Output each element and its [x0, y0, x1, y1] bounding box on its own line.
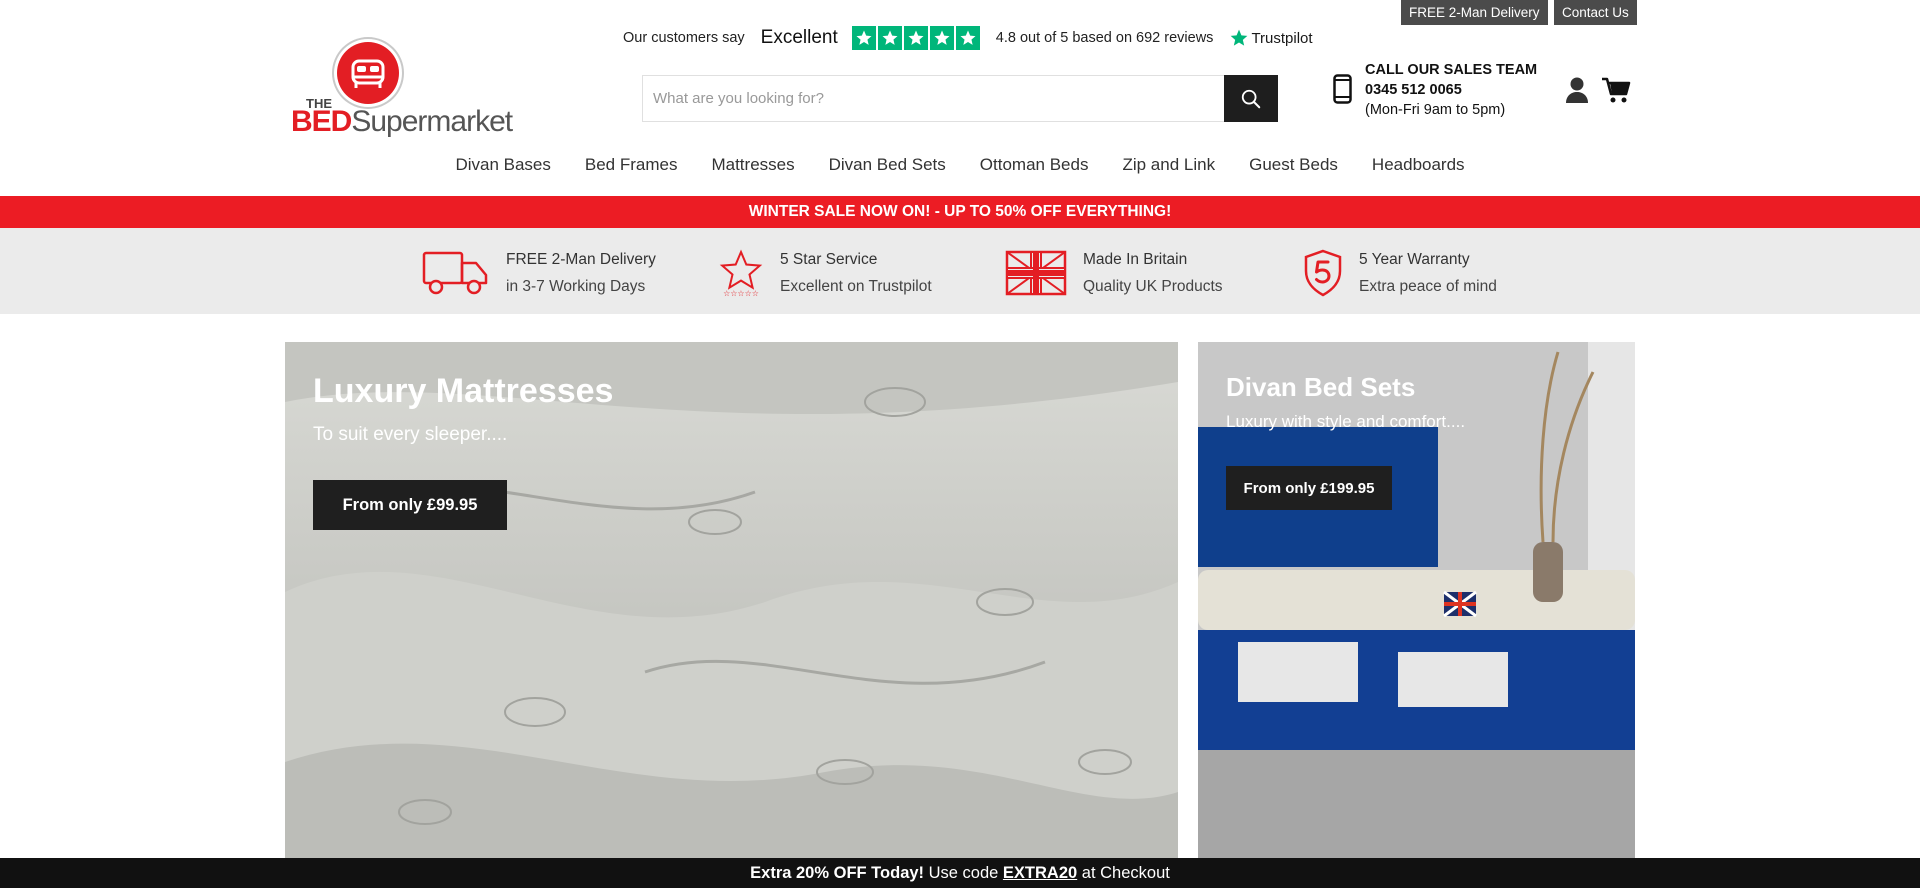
trustpilot-star-icon: [1231, 29, 1248, 46]
site-logo[interactable]: THE BEDSupermarket: [289, 40, 513, 140]
star-icon: [929, 26, 954, 50]
trustpilot-intro: Our customers say: [623, 30, 745, 46]
nav-headboards[interactable]: Headboards: [1372, 155, 1465, 175]
trustpilot-stars: [851, 26, 982, 50]
logo-bed-text: BED: [291, 105, 352, 138]
search-bar: [642, 75, 1278, 122]
usp-service-title: 5 Star Service: [780, 251, 878, 268]
cart-icon: [1602, 77, 1631, 103]
phone-icon: [1333, 74, 1352, 104]
hero-divan-cta[interactable]: From only £199.95: [1226, 466, 1392, 510]
cart-button[interactable]: [1601, 76, 1631, 109]
logo-wordmark: BEDSupermarket: [291, 105, 513, 139]
promo-code[interactable]: EXTRA20: [1003, 864, 1077, 882]
usp-warranty-title: 5 Year Warranty: [1359, 251, 1470, 268]
truck-icon: [422, 251, 488, 295]
user-icon: [1566, 77, 1588, 103]
main-nav: Divan Bases Bed Frames Mattresses Divan …: [0, 155, 1920, 175]
nav-bed-frames[interactable]: Bed Frames: [585, 155, 678, 175]
sale-banner[interactable]: WINTER SALE NOW ON! - UP TO 50% OFF EVER…: [0, 196, 1920, 228]
nav-divan-bed-sets[interactable]: Divan Bed Sets: [829, 155, 946, 175]
usp-delivery-title: FREE 2-Man Delivery: [506, 251, 656, 268]
star-icon: ☆☆☆☆☆: [719, 249, 763, 297]
usp-service: ☆☆☆☆☆ 5 Star Service Excellent on Trustp…: [718, 246, 932, 300]
trustpilot-logo: Trustpilot: [1229, 28, 1313, 48]
usp-service-subtitle: Excellent on Trustpilot: [780, 278, 932, 295]
usp-bar: FREE 2-Man Delivery in 3-7 Working Days …: [0, 228, 1920, 314]
warranty-shield-icon: [1304, 249, 1342, 297]
sales-contact[interactable]: CALL OUR SALES TEAM 0345 512 0065 (Mon-F…: [1333, 60, 1537, 120]
usp-britain: Made In Britain Quality UK Products: [1005, 246, 1223, 300]
promo-lead: Extra 20% OFF Today!: [750, 864, 925, 882]
search-input[interactable]: [642, 75, 1224, 122]
nav-ottoman-beds[interactable]: Ottoman Beds: [980, 155, 1089, 175]
trustpilot-widget[interactable]: Our customers say Excellent 4.8 out of 5…: [623, 24, 1313, 52]
search-button[interactable]: [1224, 75, 1278, 122]
trustpilot-rating: 4.8 out of 5 based on 692 reviews: [995, 30, 1214, 46]
contact-us-link[interactable]: Contact Us: [1554, 0, 1637, 25]
free-delivery-link[interactable]: FREE 2-Man Delivery: [1401, 0, 1548, 25]
usp-delivery: FREE 2-Man Delivery in 3-7 Working Days: [422, 246, 656, 300]
usp-delivery-subtitle: in 3-7 Working Days: [506, 278, 646, 295]
logo-bed-icon: [337, 42, 399, 104]
promo-bar[interactable]: Extra 20% OFF Today! Use code EXTRA20 at…: [0, 858, 1920, 888]
svg-text:☆☆☆☆☆: ☆☆☆☆☆: [723, 289, 759, 297]
sales-heading: CALL OUR SALES TEAM: [1365, 62, 1538, 78]
hero-mattresses-cta[interactable]: From only £99.95: [313, 480, 507, 530]
promo-tail: at Checkout: [1077, 864, 1170, 882]
sales-phone-number[interactable]: 0345 512 0065: [1365, 80, 1537, 100]
star-icon: [877, 26, 902, 50]
hero-mattresses[interactable]: Luxury Mattresses To suit every sleeper.…: [285, 342, 1178, 868]
usp-warranty-subtitle: Extra peace of mind: [1359, 278, 1497, 295]
usp-warranty: 5 Year Warranty Extra peace of mind: [1303, 246, 1497, 300]
nav-divan-bases[interactable]: Divan Bases: [455, 155, 550, 175]
mattress-image: [285, 342, 1178, 868]
usp-britain-subtitle: Quality UK Products: [1083, 278, 1223, 295]
account-button[interactable]: [1565, 76, 1589, 109]
union-flag-icon: [1005, 250, 1067, 296]
star-icon: [851, 26, 876, 50]
nav-mattresses[interactable]: Mattresses: [711, 155, 794, 175]
promo-mid: Use code: [924, 864, 1003, 882]
hero-divan-title: Divan Bed Sets: [1226, 372, 1416, 402]
hero-divan-sets[interactable]: Divan Bed Sets Luxury with style and com…: [1198, 342, 1635, 868]
nav-zip-and-link[interactable]: Zip and Link: [1122, 155, 1215, 175]
hero-mattresses-subtitle: To suit every sleeper....: [313, 424, 508, 445]
usp-britain-title: Made In Britain: [1083, 251, 1188, 268]
hero-divan-subtitle: Luxury with style and comfort....: [1226, 412, 1466, 431]
logo-supermarket-text: Supermarket: [351, 105, 513, 138]
sales-hours: (Mon-Fri 9am to 5pm): [1365, 102, 1506, 118]
star-icon: [955, 26, 980, 50]
trustpilot-brand: Trustpilot: [1251, 29, 1313, 47]
star-icon: [903, 26, 928, 50]
search-icon: [1241, 89, 1261, 108]
trustpilot-verdict: Excellent: [760, 27, 838, 48]
nav-guest-beds[interactable]: Guest Beds: [1249, 155, 1338, 175]
hero-mattresses-title: Luxury Mattresses: [313, 372, 614, 410]
